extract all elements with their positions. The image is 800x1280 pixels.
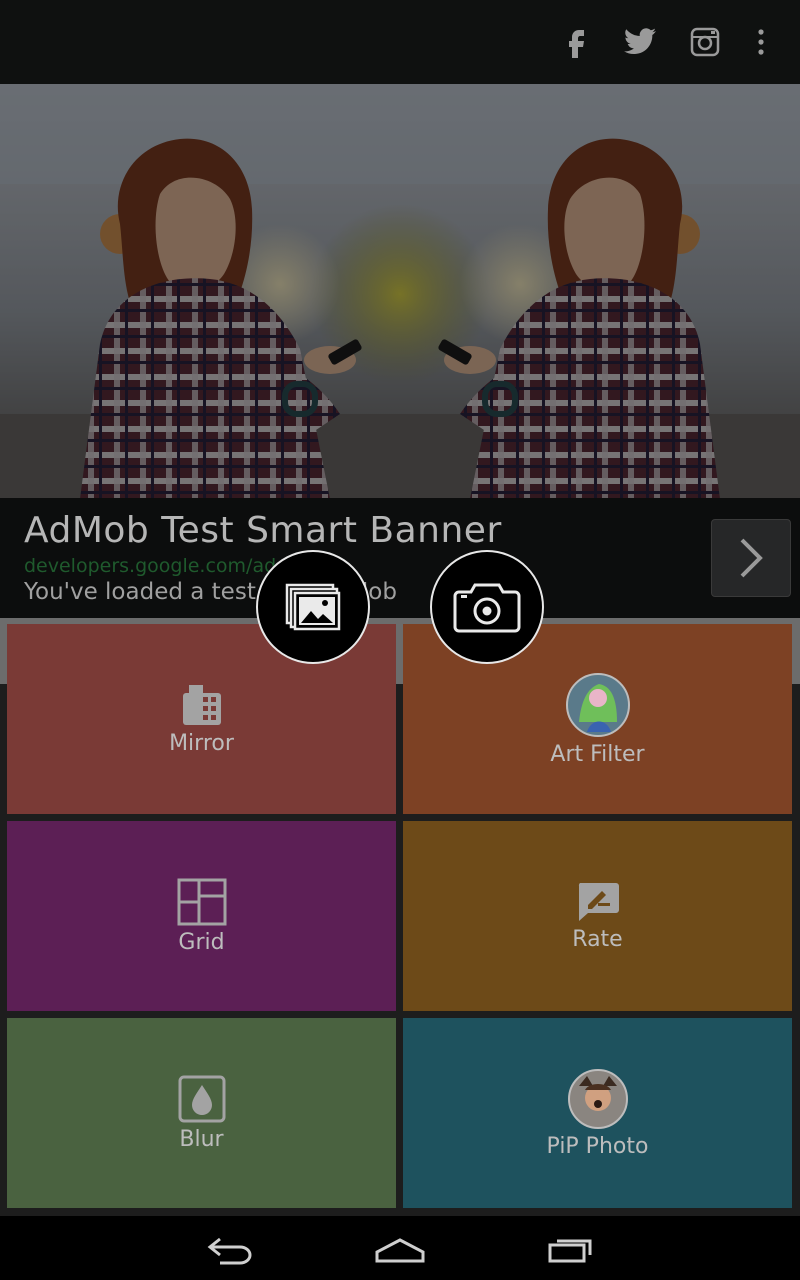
tile-label-blur: Blur (179, 1126, 224, 1152)
home-icon (375, 1238, 425, 1263)
back-icon (207, 1237, 252, 1265)
grid-icon (177, 878, 226, 925)
tile-pip-photo[interactable]: PiP Photo (403, 1018, 792, 1208)
chevron-right-icon (740, 538, 763, 578)
tile-grid[interactable]: Grid (7, 821, 396, 1011)
art-filter-thumb (565, 672, 630, 737)
ad-open-button[interactable] (711, 519, 791, 597)
recents-button[interactable] (541, 1228, 601, 1272)
tile-label-art-filter: Art Filter (550, 741, 645, 767)
rate-icon (578, 882, 619, 921)
pip-thumb (567, 1068, 628, 1129)
recents-icon (548, 1239, 592, 1263)
home-button[interactable] (370, 1228, 430, 1272)
tile-label-grid: Grid (178, 929, 225, 955)
ad-url[interactable]: developers.google.com/ad (24, 555, 276, 577)
tile-label-mirror: Mirror (169, 730, 234, 756)
film-icon (182, 684, 221, 725)
instagram-icon[interactable] (685, 22, 725, 62)
camera-icon (453, 583, 521, 633)
ad-title: AdMob Test Smart Banner (24, 510, 502, 551)
facebook-icon[interactable] (556, 22, 596, 62)
gallery-button[interactable] (256, 550, 370, 664)
back-button[interactable] (200, 1228, 260, 1272)
gallery-icon (285, 583, 341, 631)
tile-label-pip-photo: PiP Photo (546, 1133, 649, 1159)
tile-blur[interactable]: Blur (7, 1018, 396, 1208)
camera-button[interactable] (430, 550, 544, 664)
tile-rate[interactable]: Rate (403, 821, 792, 1011)
twitter-icon[interactable] (620, 22, 660, 62)
blur-icon (178, 1075, 225, 1122)
top-toolbar (0, 0, 800, 84)
tile-label-rate: Rate (572, 926, 623, 952)
hero-mirror-photo (0, 84, 800, 498)
overflow-menu-icon[interactable] (741, 22, 781, 62)
